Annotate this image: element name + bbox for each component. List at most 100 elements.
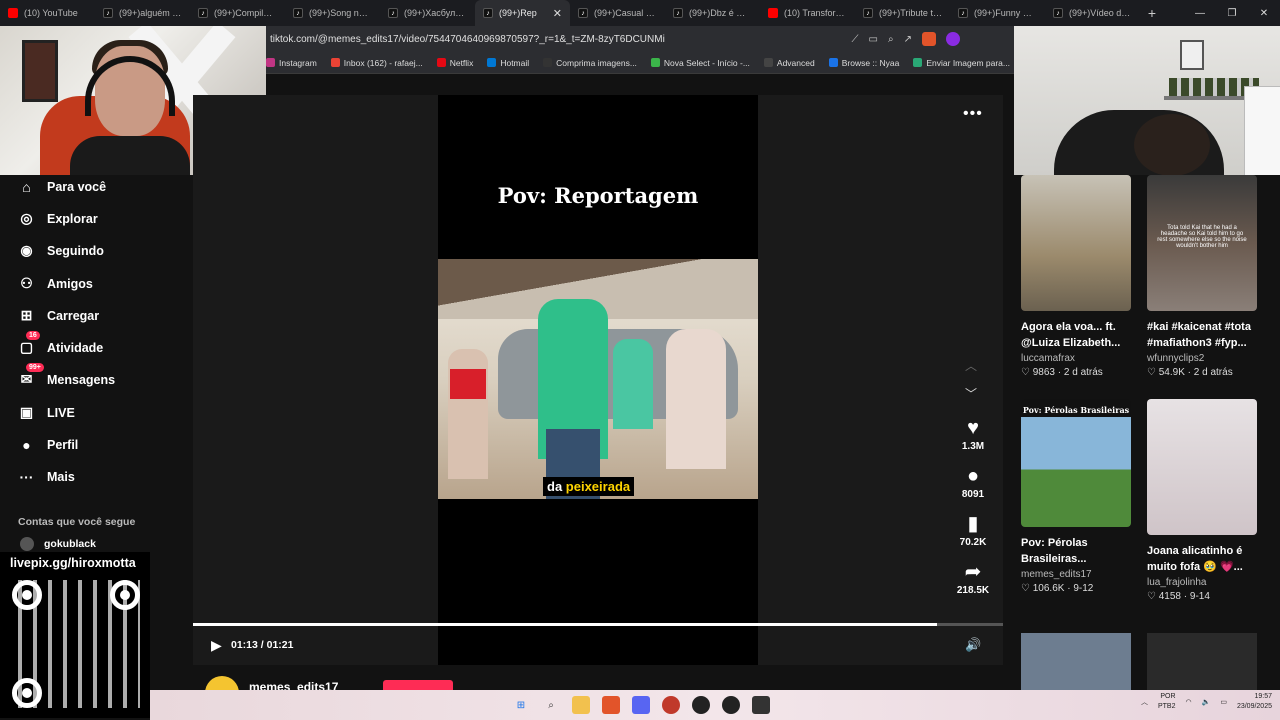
sidebar-item-atividade[interactable]: ▢ 16 Atividade <box>18 331 103 356</box>
tab-label: (99+)Tribute to P <box>879 8 942 18</box>
bookmark-item[interactable]: Nova Select - Início -... <box>650 58 750 68</box>
browser-tab[interactable]: ♪ (99+)Vídeo de Vi <box>1045 0 1140 26</box>
zoom-icon[interactable]: ⌕ <box>888 34 894 45</box>
video-author[interactable]: luccamafrax <box>1021 353 1131 364</box>
browser-tab[interactable]: (10) Transformer <box>760 0 855 26</box>
previous-video-icon[interactable]: ︿ <box>965 357 977 374</box>
bookmark-item[interactable]: Hotmail <box>487 58 529 68</box>
browser-tab[interactable]: ♪ (99+)alguém com <box>95 0 190 26</box>
browser-tab[interactable]: ♪ (99+)Tribute to P <box>855 0 950 26</box>
video-thumbnail[interactable]: Pov: Pérolas Brasileiras <box>1021 399 1131 527</box>
address-bar[interactable]: tiktok.com/@memes_edits17/video/75447046… <box>266 26 1014 52</box>
new-tab-icon[interactable]: + <box>1140 5 1164 21</box>
close-window-icon[interactable]: ✕ <box>1248 0 1280 26</box>
sidebar-item-label: Carregar <box>47 308 100 323</box>
bookmark-favicon-icon <box>436 58 446 67</box>
bookmark-favicon-icon <box>913 58 923 67</box>
steam-icon[interactable] <box>722 696 740 714</box>
tab-label: (10) Transformer <box>784 8 847 18</box>
terminal-icon[interactable] <box>752 696 770 714</box>
sidebar-item-seguindo[interactable]: ◉ Seguindo <box>18 242 104 259</box>
browser-tab[interactable]: (10) YouTube <box>0 0 95 26</box>
video-title[interactable]: Joana alicatinho é muito fofa 🥹 💗... <box>1147 543 1257 575</box>
bookmark-item[interactable]: Netflix <box>436 58 473 68</box>
browser-tab[interactable]: ♪ (99+)Funny Pet M <box>950 0 1045 26</box>
like-button[interactable]: ♥ 1.3M <box>953 417 993 452</box>
extension-icon[interactable] <box>946 32 960 46</box>
browser-tab[interactable]: ♪ (99+)Хасбулла и <box>380 0 475 26</box>
speaker-icon[interactable]: 🔈 <box>1202 698 1211 706</box>
browser-tab[interactable]: ♪ (99+)Song name <box>285 0 380 26</box>
bookmark-item[interactable]: Comprima imagens... <box>543 58 637 68</box>
comment-button[interactable]: ● 8091 <box>953 465 993 500</box>
reader-icon[interactable]: ⟋ <box>852 34 859 45</box>
share-icon[interactable]: ↗ <box>904 34 912 45</box>
video-title[interactable]: Agora ela voa... ft. @Luiza Elizabeth... <box>1021 319 1131 351</box>
recommendations-panel: Agora ela voa... ft. @Luiza Elizabeth...… <box>1014 175 1280 690</box>
video-thumbnail[interactable] <box>1021 633 1131 690</box>
browser-tab[interactable]: ♪ (99+)Dbz é muito <box>665 0 760 26</box>
sidebar-item-mais[interactable]: ··· Mais <box>18 468 75 485</box>
search-icon[interactable]: ⌕ <box>542 696 560 714</box>
recommended-video-card[interactable]: Tota told Kai that he had a headache so … <box>1147 175 1257 378</box>
video-thumbnail[interactable] <box>1021 175 1131 311</box>
folder-icon[interactable] <box>572 696 590 714</box>
sidebar-item-mensagens[interactable]: ✉ 99+ Mensagens <box>18 363 115 388</box>
video-meta: ♡ 106.6K · 9-12 <box>1021 583 1094 594</box>
recommended-video-card[interactable]: Agora ela voa... ft. @Luiza Elizabeth...… <box>1021 175 1131 378</box>
recommended-video-card[interactable]: Pov: Pérolas Brasileiras Pov: Pérolas Bra… <box>1021 399 1131 594</box>
start-icon[interactable]: ⊞ <box>512 696 530 714</box>
bookmark-item[interactable]: Advanced <box>763 58 815 68</box>
wifi-icon[interactable]: ◠ <box>1186 698 1192 706</box>
media-icon[interactable] <box>662 696 680 714</box>
url-text[interactable]: tiktok.com/@memes_edits17/video/75447046… <box>270 34 665 45</box>
livepix-label: livepix.gg/hiroxmotta <box>10 556 136 570</box>
sidebar-item-explorar[interactable]: ◎ Explorar <box>18 210 97 227</box>
browser-tab[interactable]: ♪ (99+)Rep ✕ <box>475 0 570 26</box>
time-display: 01:13 / 01:21 <box>231 639 294 651</box>
sidebar-item-para-você[interactable]: ⌂ Para você <box>18 178 106 195</box>
screen-cast-icon[interactable]: ▭ <box>869 34 878 45</box>
recommended-video-card[interactable]: Joana alicatinho é muito fofa 🥹 💗... lua_… <box>1147 399 1257 602</box>
restore-icon[interactable]: ❐ <box>1216 0 1248 26</box>
sidebar-item-perfil[interactable]: ● Perfil <box>18 436 78 453</box>
minimize-icon[interactable]: — <box>1184 0 1216 26</box>
share-button[interactable]: ➦ 218.5K <box>953 561 993 596</box>
following-account[interactable]: gokublack <box>20 537 96 551</box>
sidebar-item-amigos[interactable]: ⚇ Amigos <box>18 275 93 292</box>
browser-tab[interactable]: ♪ (99+)Compilado <box>190 0 285 26</box>
video-thumbnail[interactable] <box>1147 633 1257 690</box>
notification-badge: 99+ <box>26 363 44 372</box>
video-thumbnail[interactable] <box>1147 399 1257 535</box>
save-button[interactable]: ▮ 70.2K <box>953 513 993 548</box>
chevron-up-icon[interactable]: ︿ <box>1141 697 1148 707</box>
discord-icon[interactable] <box>632 696 650 714</box>
video-thumbnail[interactable]: Tota told Kai that he had a headache so … <box>1147 175 1257 311</box>
bookmark-item[interactable]: Instagram <box>266 58 317 68</box>
clock[interactable]: 19:57 23/09/2025 <box>1237 692 1272 712</box>
sidebar-item-live[interactable]: ▣ LIVE <box>18 404 75 421</box>
video-title[interactable]: Pov: Pérolas Brasileiras... <box>1021 535 1131 567</box>
brave-icon[interactable] <box>602 696 620 714</box>
bookmark-item[interactable]: Browse :: Nyaa <box>828 58 899 68</box>
following-account-name: gokublack <box>44 538 96 550</box>
more-options-icon[interactable]: ••• <box>963 105 983 123</box>
progress-bar[interactable] <box>193 623 1003 626</box>
video-author[interactable]: memes_edits17 <box>1021 569 1131 580</box>
bookmark-item[interactable]: Enviar Imagem para... <box>913 58 1010 68</box>
next-video-icon[interactable]: ﹀ <box>965 385 977 402</box>
sidebar-item-carregar[interactable]: ⊞ Carregar <box>18 307 100 324</box>
video-author[interactable]: wfunnyclips2 <box>1147 353 1257 364</box>
play-icon[interactable]: ▶ <box>211 637 222 654</box>
close-tab-icon[interactable]: ✕ <box>553 7 562 20</box>
video-title[interactable]: #kai #kaicenat #tota #mafiathon3 #fyp... <box>1147 319 1257 351</box>
video-author[interactable]: lua_frajolinha <box>1147 577 1257 588</box>
brave-shield-icon[interactable] <box>922 32 936 46</box>
browser-tab[interactable]: ♪ (99+)Casual Vide <box>570 0 665 26</box>
youtube-icon <box>768 8 778 18</box>
bookmark-item[interactable]: Inbox (162) - rafaej... <box>330 58 423 68</box>
volume-icon[interactable]: 🔊 <box>965 637 981 653</box>
obs-icon[interactable] <box>692 696 710 714</box>
battery-icon[interactable]: ▭ <box>1220 698 1227 706</box>
video-subtitle: da peixeirada <box>543 477 635 496</box>
